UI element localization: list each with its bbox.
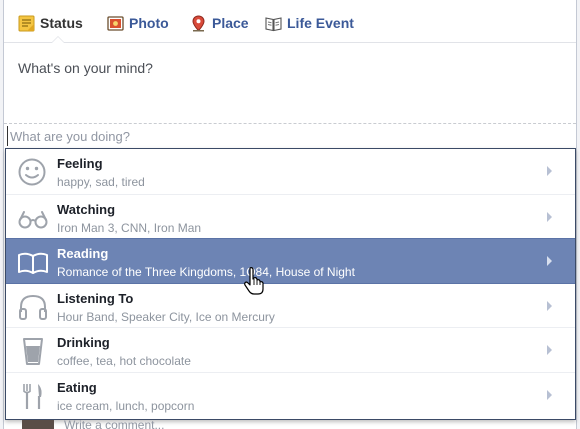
menu-item-eating[interactable]: Eating ice cream, lunch, popcorn: [6, 371, 575, 417]
tab-life-event[interactable]: Life Event: [265, 12, 354, 34]
activity-search-input[interactable]: [7, 126, 575, 146]
menu-item-label: Reading: [57, 246, 109, 261]
menu-item-label: Listening To: [57, 290, 134, 306]
headphones-icon: [17, 292, 49, 322]
status-icon: [18, 15, 35, 32]
menu-item-reading[interactable]: Reading Romance of the Three Kingdoms, 1…: [6, 238, 575, 283]
open-book-icon: [17, 247, 49, 277]
life-event-book-icon: [265, 15, 282, 32]
chevron-right-icon: [547, 389, 552, 400]
menu-item-listening-to[interactable]: Listening To Hour Band, Speaker City, Ic…: [6, 282, 575, 328]
activity-dropdown-menu: Feeling happy, sad, tired Watching Iron …: [5, 148, 576, 420]
menu-item-examples: ice cream, lunch, popcorn: [57, 398, 195, 413]
menu-item-label: Watching: [57, 201, 116, 217]
tab-status-label: Status: [40, 15, 83, 31]
tab-photo-label: Photo: [129, 15, 169, 31]
chevron-right-icon: [547, 256, 552, 266]
avatar: [22, 420, 54, 429]
chevron-right-icon: [547, 166, 552, 176]
chevron-right-icon: [547, 211, 552, 222]
menu-item-label: Drinking: [57, 335, 110, 350]
status-prompt[interactable]: What's on your mind?: [18, 60, 153, 76]
dashed-divider: [4, 123, 576, 124]
hand-pointer-cursor-icon: [244, 267, 264, 295]
menu-item-examples: Hour Band, Speaker City, Ice on Mercury: [57, 309, 275, 324]
composer-tabs: Status Photo Place Life Event: [4, 0, 576, 43]
fork-knife-icon: [17, 381, 49, 411]
chevron-right-icon: [547, 345, 552, 355]
tab-photo[interactable]: Photo: [107, 12, 169, 34]
comment-input[interactable]: Write a comment...: [64, 418, 164, 429]
tab-life-event-label: Life Event: [287, 15, 354, 31]
menu-item-drinking[interactable]: Drinking coffee, tea, hot chocolate: [6, 327, 575, 372]
chevron-right-icon: [547, 300, 552, 311]
tab-place[interactable]: Place: [190, 12, 249, 34]
menu-item-examples: Iron Man 3, CNN, Iron Man: [57, 220, 202, 235]
cup-icon: [17, 336, 49, 366]
smiley-face-icon: [17, 157, 49, 187]
menu-item-examples: happy, sad, tired: [57, 175, 145, 189]
status-composer: Status Photo Place Life Event What's on …: [3, 0, 577, 429]
tab-status[interactable]: Status: [18, 12, 83, 34]
menu-item-examples: coffee, tea, hot chocolate: [57, 354, 191, 368]
menu-item-watching[interactable]: Watching Iron Man 3, CNN, Iron Man: [6, 193, 575, 239]
menu-item-examples: Romance of the Three Kingdoms, 1Q84, Hou…: [57, 265, 355, 279]
place-pin-icon: [190, 14, 207, 32]
active-tab-caret: [51, 36, 65, 43]
photo-icon: [107, 15, 124, 32]
menu-item-feeling[interactable]: Feeling happy, sad, tired: [6, 149, 575, 194]
menu-item-label: Feeling: [57, 156, 103, 171]
glasses-icon: [17, 203, 49, 233]
menu-item-label: Eating: [57, 379, 97, 395]
tab-place-label: Place: [212, 15, 249, 31]
